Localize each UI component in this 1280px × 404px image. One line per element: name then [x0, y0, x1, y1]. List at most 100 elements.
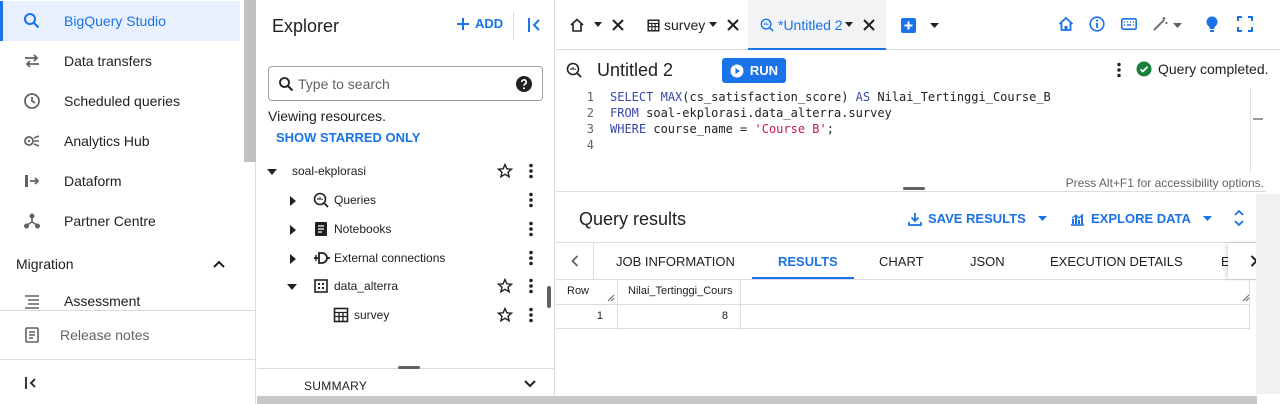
- column-header-value: Nilai_Tertinggi_Cours: [628, 285, 733, 297]
- new-tab-plus-icon[interactable]: [901, 18, 916, 33]
- keyword: AS: [855, 90, 871, 104]
- tab-execution-details[interactable]: EXECUTION DETAILS: [1050, 254, 1183, 269]
- caret-down-icon[interactable]: [286, 283, 298, 291]
- table-icon: [333, 307, 349, 323]
- tab-home[interactable]: [556, 0, 636, 50]
- star-icon[interactable]: [497, 163, 513, 179]
- collapse-explorer-icon[interactable]: [527, 17, 543, 33]
- caret-right-icon[interactable]: [289, 253, 297, 265]
- nav-item-bigquery-studio[interactable]: BigQuery Studio: [0, 1, 240, 41]
- more-vert-icon[interactable]: [528, 278, 534, 294]
- more-vert-icon[interactable]: [528, 221, 534, 237]
- resize-handle[interactable]: [903, 187, 925, 190]
- connection-icon: [313, 250, 331, 266]
- explore-data-button[interactable]: EXPLORE DATA: [1070, 211, 1212, 226]
- query-icon: [313, 192, 329, 208]
- run-button[interactable]: RUN: [722, 58, 786, 83]
- tabs-scroll-left-button[interactable]: [556, 243, 594, 279]
- explorer-panel: Explorer ADD Viewing resources. SHOW STA…: [257, 0, 555, 404]
- tab-untitled-2[interactable]: *Untitled 2: [748, 0, 886, 50]
- expand-collapse-icon[interactable]: [1233, 209, 1245, 227]
- tree-item-table-survey[interactable]: survey: [257, 301, 543, 329]
- summary-label: SUMMARY: [304, 379, 368, 393]
- more-vert-icon[interactable]: [528, 163, 534, 179]
- caret-right-icon[interactable]: [289, 224, 297, 236]
- search-input[interactable]: [298, 74, 508, 94]
- more-vert-icon[interactable]: [528, 250, 534, 266]
- code-text: SELECT MAX(cs_satisfaction_score) AS Nil…: [610, 90, 1051, 104]
- tab-job-information[interactable]: JOB INFORMATION: [616, 254, 735, 269]
- left-navigation: BigQuery Studio Data transfers Scheduled…: [0, 0, 256, 404]
- notes-icon: [23, 326, 41, 344]
- code-text: WHERE course_name = 'Course B';: [610, 122, 834, 136]
- nav-item-release-notes[interactable]: Release notes: [0, 315, 240, 355]
- star-icon[interactable]: [497, 307, 513, 323]
- plus-icon: [456, 17, 470, 31]
- column-resize-handle[interactable]: [607, 294, 615, 302]
- editor-scrollbar[interactable]: [1250, 88, 1264, 172]
- more-vert-icon[interactable]: [528, 192, 534, 208]
- save-results-button[interactable]: SAVE RESULTS: [908, 211, 1047, 226]
- nav-item-partner-centre[interactable]: Partner Centre: [0, 201, 240, 241]
- tree-item-project[interactable]: soal-ekplorasi: [257, 157, 543, 185]
- sql-editor[interactable]: 1 SELECT MAX(cs_satisfaction_score) AS N…: [556, 88, 1250, 172]
- column-divider: [1249, 280, 1250, 330]
- lightbulb-icon[interactable]: [1205, 16, 1219, 33]
- close-icon[interactable]: [727, 19, 739, 31]
- tab-json[interactable]: JSON: [970, 254, 1005, 269]
- cell-value: 8: [721, 310, 728, 322]
- caret-down-icon[interactable]: [709, 22, 717, 27]
- project-label: soal-ekplorasi: [292, 164, 367, 178]
- tab-survey[interactable]: survey: [636, 0, 748, 50]
- tab-chart[interactable]: CHART: [879, 254, 924, 269]
- home-icon: [570, 18, 584, 32]
- add-button[interactable]: ADD: [456, 16, 503, 31]
- keyboard-icon[interactable]: [1121, 18, 1137, 30]
- explorer-scrollbar[interactable]: [547, 286, 551, 308]
- caret-down-icon[interactable]: [266, 168, 278, 176]
- nav-item-dataform[interactable]: Dataform: [0, 161, 240, 201]
- tree-item-external-connections[interactable]: External connections: [257, 244, 543, 272]
- more-vert-icon[interactable]: [1116, 62, 1122, 78]
- nav-section-migration[interactable]: Migration: [16, 255, 226, 273]
- collapse-nav-icon[interactable]: [24, 376, 40, 390]
- horizontal-scrollbar[interactable]: [257, 396, 1257, 404]
- home-icon[interactable]: [1058, 16, 1074, 32]
- chevron-down-icon[interactable]: [523, 379, 537, 389]
- table-row: 1 8: [556, 305, 1250, 329]
- cell-row-number: 1: [596, 310, 603, 322]
- queries-label: Queries: [334, 193, 377, 207]
- results-scrollbar[interactable]: [1256, 194, 1280, 394]
- info-icon[interactable]: [1089, 16, 1105, 32]
- fullscreen-icon[interactable]: [1237, 16, 1253, 32]
- magic-wand-icon[interactable]: [1152, 16, 1168, 32]
- close-icon[interactable]: [863, 19, 875, 31]
- tree-item-queries[interactable]: Queries: [257, 186, 543, 214]
- nav-item-data-transfers[interactable]: Data transfers: [0, 41, 240, 81]
- show-starred-only-button[interactable]: SHOW STARRED ONLY: [276, 130, 420, 145]
- resize-handle[interactable]: [398, 366, 420, 369]
- tree-item-dataset[interactable]: data_alterra: [257, 272, 543, 300]
- code-token: ;: [826, 122, 834, 136]
- caret-down-icon[interactable]: [1173, 23, 1182, 28]
- line-number: 2: [586, 106, 594, 120]
- more-vert-icon[interactable]: [528, 307, 534, 323]
- search-icon: [23, 12, 41, 30]
- caret-right-icon[interactable]: [289, 195, 297, 207]
- close-icon[interactable]: [612, 19, 624, 31]
- nav-label: Data transfers: [64, 53, 152, 69]
- column-header-row: Row: [567, 285, 590, 297]
- tree-item-notebooks[interactable]: Notebooks: [257, 215, 543, 243]
- star-icon[interactable]: [497, 278, 513, 294]
- caret-down-icon[interactable]: [930, 23, 939, 28]
- caret-down-icon[interactable]: [594, 22, 602, 27]
- nav-scrollbar[interactable]: [244, 0, 256, 162]
- nav-item-analytics-hub[interactable]: Analytics Hub: [0, 121, 240, 161]
- code-text: FROM soal-ekplorasi.data_alterra.survey: [610, 106, 892, 120]
- partner-icon: [23, 212, 41, 230]
- help-icon[interactable]: [515, 75, 533, 93]
- explorer-title: Explorer: [272, 16, 340, 36]
- tab-results[interactable]: RESULTS: [778, 254, 838, 269]
- caret-down-icon[interactable]: [845, 22, 853, 27]
- nav-item-scheduled-queries[interactable]: Scheduled queries: [0, 81, 240, 121]
